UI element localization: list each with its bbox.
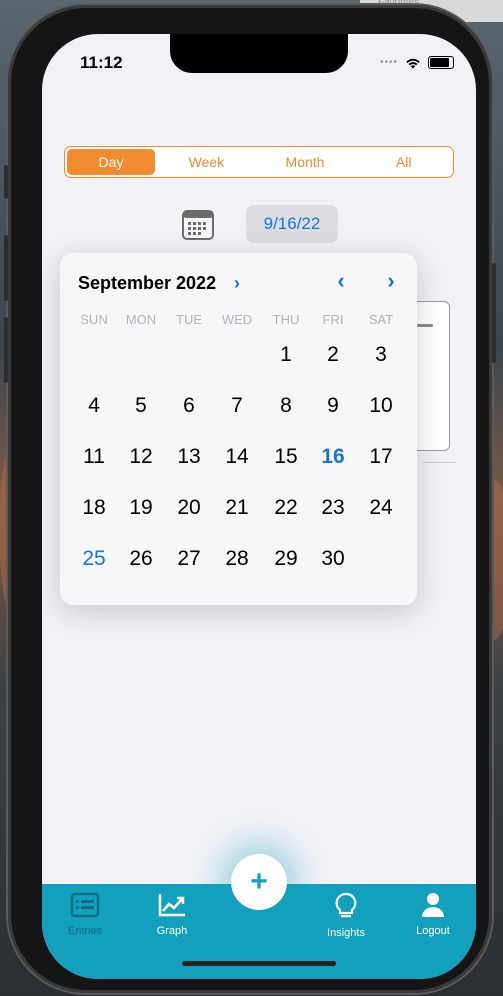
tab-graph[interactable]: Graph <box>137 892 207 937</box>
chevron-right-icon[interactable]: › <box>234 273 240 294</box>
calendar-day[interactable]: 27 <box>165 535 213 583</box>
next-month-button[interactable]: › <box>379 268 403 294</box>
tab-insights-label: Insights <box>327 927 365 939</box>
date-picker-button[interactable]: 9/16/22 <box>246 205 338 243</box>
lightbulb-icon <box>335 892 357 918</box>
tab-entries[interactable]: Entries <box>50 892 120 937</box>
calendar-day[interactable]: 8 <box>262 382 310 430</box>
calendar-icon[interactable] <box>182 209 214 241</box>
calendar-day[interactable]: 28 <box>213 535 261 583</box>
weekday-label: THU <box>272 312 300 327</box>
calendar-day[interactable]: 17 <box>357 433 405 481</box>
segment-month[interactable]: Month <box>256 147 355 177</box>
home-indicator <box>182 961 336 966</box>
calendar-day[interactable]: 13 <box>165 433 213 481</box>
weekday-label: SUN <box>80 312 108 327</box>
background-entry-card <box>412 301 450 451</box>
tab-graph-label: Graph <box>156 925 188 937</box>
calendar-day[interactable]: 23 <box>309 484 357 532</box>
calendar-day[interactable]: 24 <box>357 484 405 532</box>
range-segmented-control: Day Week Month All <box>64 146 454 178</box>
segment-all[interactable]: All <box>354 147 453 177</box>
app-screen: 11:12 •••• Day Week Month All 9/16/22 Se… <box>42 34 476 979</box>
calendar-popover: September 2022 › ‹ › SUN MON TUE WED THU FRI S… <box>60 253 417 605</box>
volume-up-button <box>4 235 8 301</box>
status-icons: •••• <box>380 56 454 69</box>
chart-trend-icon <box>158 894 185 917</box>
tab-logout[interactable]: Logout <box>398 892 468 937</box>
calendar-day[interactable]: 22 <box>262 484 310 532</box>
calendar-day[interactable]: 4 <box>70 382 118 430</box>
tab-entries-label: Entries <box>67 925 103 937</box>
calendar-day[interactable]: 29 <box>262 535 310 583</box>
list-card-icon <box>70 892 100 918</box>
calendar-day[interactable]: 20 <box>165 484 213 532</box>
calendar-day[interactable]: 30 <box>309 535 357 583</box>
segment-week[interactable]: Week <box>157 147 256 177</box>
power-button <box>492 263 496 363</box>
calendar-day[interactable]: 21 <box>213 484 261 532</box>
calendar-day[interactable]: 3 <box>357 331 405 379</box>
tab-logout-label: Logout <box>416 925 450 937</box>
calendar-day[interactable]: 1 <box>262 331 310 379</box>
weekday-label: WED <box>221 312 253 327</box>
calendar-day[interactable]: 9 <box>309 382 357 430</box>
status-time: 11:12 <box>80 53 123 72</box>
calendar-day[interactable]: 18 <box>70 484 118 532</box>
notch <box>170 34 348 73</box>
calendar-day[interactable]: 12 <box>117 433 165 481</box>
calendar-day[interactable]: 19 <box>117 484 165 532</box>
calendar-day[interactable]: 14 <box>213 433 261 481</box>
battery-icon <box>428 56 454 69</box>
calendar-day[interactable]: 15 <box>262 433 310 481</box>
weekday-label: MON <box>125 312 157 327</box>
cellular-dots-icon: •••• <box>379 57 398 68</box>
calendar-day-selected[interactable]: 16 <box>309 433 358 481</box>
calendar-day[interactable]: 7 <box>213 382 261 430</box>
add-entry-button[interactable]: + <box>231 854 287 910</box>
calendar-day[interactable]: 11 <box>70 433 118 481</box>
weekday-label: TUE <box>176 312 202 327</box>
mute-switch <box>4 165 8 199</box>
weekday-label: SAT <box>368 312 394 327</box>
previous-month-button[interactable]: ‹ <box>329 268 353 294</box>
weekday-label: FRI <box>322 312 344 327</box>
calendar-day[interactable]: 10 <box>357 382 405 430</box>
calendar-day[interactable]: 26 <box>117 535 165 583</box>
tab-insights[interactable]: Insights <box>311 892 381 939</box>
calendar-day[interactable]: 25 <box>70 535 118 583</box>
wifi-icon <box>406 58 420 68</box>
segment-day[interactable]: Day <box>67 149 155 175</box>
volume-down-button <box>4 317 8 383</box>
calendar-day[interactable]: 6 <box>165 382 213 430</box>
divider <box>422 462 456 463</box>
calendar-day[interactable]: 2 <box>309 331 357 379</box>
person-icon <box>422 893 444 917</box>
phone-frame: 11:12 •••• Day Week Month All 9/16/22 Se… <box>4 5 496 993</box>
calendar-day[interactable]: 5 <box>117 382 165 430</box>
month-year-label[interactable]: September 2022 <box>78 273 216 294</box>
